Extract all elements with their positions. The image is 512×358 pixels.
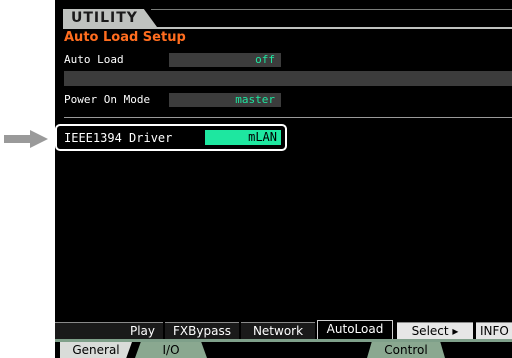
ieee1394-driver-value[interactable]: mLAN <box>205 130 281 145</box>
tab-general[interactable]: General <box>60 342 132 358</box>
power-on-mode-label: Power On Mode <box>64 93 151 106</box>
tab-autoload[interactable]: AutoLoad <box>317 320 393 339</box>
tab-select[interactable]: Select ▸ <box>397 322 473 339</box>
divider <box>64 117 512 118</box>
page-title: UTILITY <box>71 10 138 26</box>
section-title: Auto Load Setup <box>64 30 186 45</box>
tab-info[interactable]: INFO <box>476 322 512 339</box>
utility-title-tab: UTILITY <box>63 9 157 27</box>
auto-load-label: Auto Load <box>64 53 124 66</box>
ieee1394-driver-row[interactable]: IEEE1394 Driver mLAN <box>55 124 287 151</box>
bottom-tabs: General I/O Control <box>55 342 512 358</box>
power-on-mode-value[interactable]: master <box>169 93 281 107</box>
tab-fxbypass[interactable]: FXBypass <box>165 322 239 339</box>
tab-io[interactable]: I/O <box>135 342 207 358</box>
auto-load-value[interactable]: off <box>169 53 281 67</box>
ieee1394-driver-label: IEEE1394 Driver <box>64 131 173 145</box>
empty-parameter-row <box>64 71 512 86</box>
pointer-arrow-icon <box>4 130 48 148</box>
tab-network[interactable]: Network <box>241 322 315 339</box>
tab-control[interactable]: Control <box>367 342 445 358</box>
utility-screen: UTILITY Auto Load Setup Auto Load off Po… <box>55 0 512 358</box>
function-tabs: Play FXBypass Network AutoLoad Select ▸ … <box>55 320 512 339</box>
tab-play[interactable]: Play <box>55 322 163 339</box>
